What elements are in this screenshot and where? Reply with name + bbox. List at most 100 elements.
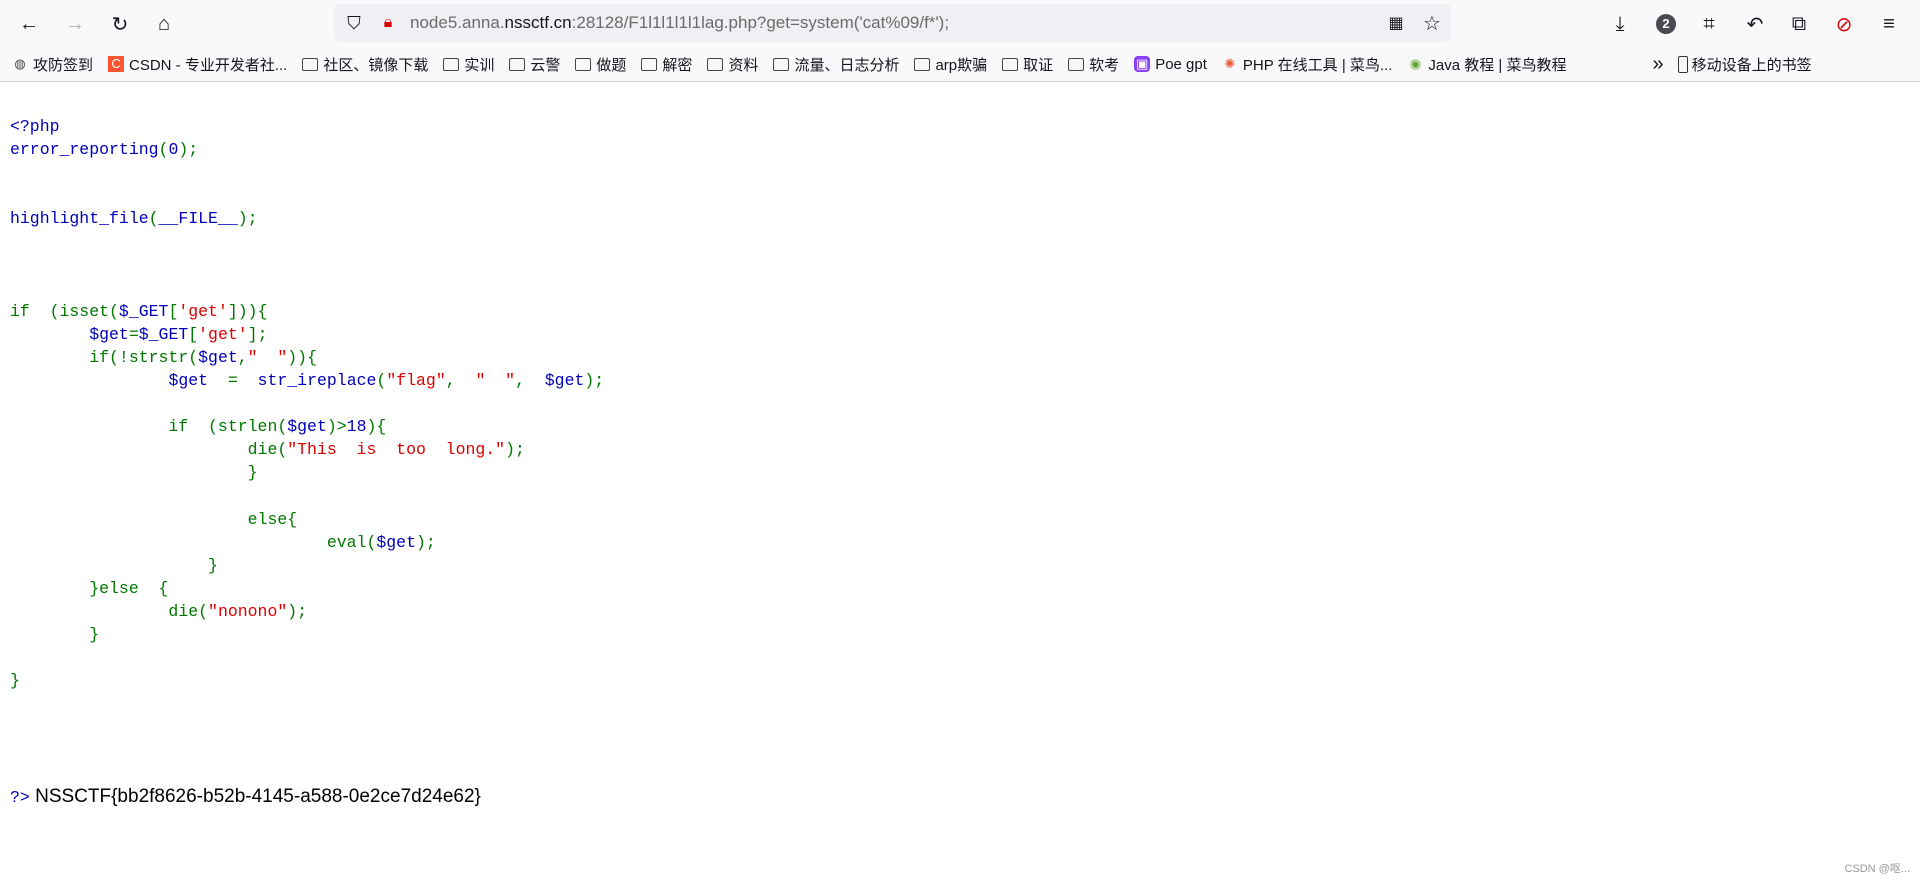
code-line: if (strlen($get)>18){: [10, 417, 386, 436]
bookmark-item[interactable]: ◍ 攻防签到: [12, 54, 93, 75]
forward-icon[interactable]: →: [61, 10, 89, 38]
code-token: (: [376, 371, 387, 391]
code-line: if(!strstr($get," ")){: [10, 348, 317, 367]
bookmark-item[interactable]: 解密: [641, 54, 692, 75]
code-token: );: [584, 371, 605, 391]
folder-icon: [641, 57, 658, 71]
qr-code-icon[interactable]: ▦: [1382, 9, 1410, 37]
mobile-bookmarks[interactable]: 移动设备上的书签: [1677, 54, 1812, 75]
blocked-icon[interactable]: ⊘: [1830, 10, 1858, 38]
code-token: "flag": [386, 371, 446, 391]
shield-icon[interactable]: ⛉: [340, 9, 368, 37]
bookmark-item[interactable]: 流量、日志分析: [773, 54, 899, 75]
mobile-device-icon: [1677, 55, 1688, 73]
code-line: ?> NSSCTF{bb2f8626-b52b-4145-a588-0e2ce7…: [10, 785, 481, 807]
code-line: }else {: [10, 579, 168, 598]
code-token: );: [505, 440, 525, 460]
code-token: 18: [346, 417, 367, 437]
code-token: }: [10, 625, 100, 645]
crop-icon[interactable]: ⌗: [1695, 10, 1723, 38]
code-token: die(: [10, 601, 209, 621]
bookmark-label: 云警: [530, 56, 561, 74]
code-line: else{: [10, 510, 298, 529]
url-host: node5.anna.: [410, 13, 505, 32]
code-token: ,: [515, 371, 545, 391]
code-token: ];: [247, 324, 268, 344]
code-line: eval($get);: [10, 533, 436, 552]
bookmark-label: 攻防签到: [33, 56, 94, 74]
code-line: highlight_file(__FILE__);: [10, 209, 258, 228]
bookmark-item[interactable]: C CSDN - 专业开发者社...: [108, 54, 287, 75]
bookmark-item[interactable]: ✺ PHP 在线工具 | 菜鸟...: [1222, 54, 1392, 75]
csdn-icon: C: [108, 56, 125, 72]
url-text[interactable]: node5.anna.nssctf.cn:28128/F1l1l1l1l1lag…: [410, 13, 949, 33]
bookmark-item[interactable]: arp欺骗: [914, 54, 987, 75]
code-token: highlight_file: [10, 209, 149, 229]
bookmark-item[interactable]: ◉ Java 教程 | 菜鸟教程: [1407, 54, 1567, 75]
code-token: ,: [445, 371, 476, 391]
mobile-bookmarks-label: 移动设备上的书签: [1691, 56, 1812, 74]
bookmark-label: 实训: [464, 56, 495, 74]
download-icon[interactable]: ⤓: [1606, 10, 1634, 38]
browser-toolbar: ← → ↻ ⌂ ⛉ 🔒︎ node5.anna.nssctf.cn:28128/…: [0, 0, 1920, 47]
folder-icon: [1068, 57, 1085, 71]
code-token: $get: [544, 371, 585, 391]
code-token: 'get': [178, 301, 228, 321]
url-domain: nssctf.cn: [504, 13, 572, 32]
runoob-icon: ✺: [1224, 56, 1236, 71]
home-icon[interactable]: ⌂: [150, 10, 178, 38]
notification-badge: 2: [1656, 14, 1676, 34]
code-token: str_ireplace: [257, 371, 377, 391]
folder-icon: [575, 57, 592, 71]
bookmarks-overflow-button[interactable]: »: [1652, 53, 1663, 76]
code-token: if(!strstr(: [10, 347, 199, 367]
flag-output: NSSCTF{bb2f8626-b52b-4145-a588-0e2ce7d24…: [29, 785, 481, 807]
folder-icon: [773, 57, 790, 71]
code-line: }: [10, 556, 218, 575]
code-token: }: [10, 555, 218, 575]
folder-icon: [707, 57, 724, 71]
undo-icon[interactable]: ↶: [1741, 10, 1769, 38]
code-token: );: [178, 140, 199, 160]
address-bar[interactable]: ⛉ 🔒︎ node5.anna.nssctf.cn:28128/F1l1l1l1…: [334, 4, 1451, 42]
code-token: )>: [326, 417, 347, 437]
java-icon: ◉: [1409, 56, 1422, 71]
account-badge[interactable]: 2: [1652, 10, 1680, 38]
extensions-icon[interactable]: ⧉: [1785, 10, 1813, 38]
bookmark-item[interactable]: 做题: [575, 54, 626, 75]
bookmark-label: Java 教程 | 菜鸟教程: [1428, 56, 1567, 74]
bookmark-item[interactable]: ▣ Poe gpt: [1134, 56, 1207, 73]
reload-icon[interactable]: ↻: [106, 10, 134, 38]
bookmark-item[interactable]: 资料: [707, 54, 758, 75]
menu-icon[interactable]: ≡: [1875, 10, 1903, 38]
code-token: [: [168, 301, 179, 321]
code-line: die("nonono");: [10, 602, 307, 621]
watermark: CSDN @呕...: [1844, 863, 1910, 875]
bookmark-item[interactable]: 取证: [1002, 54, 1053, 75]
star-icon[interactable]: ☆: [1418, 9, 1446, 37]
poe-icon: ▣: [1134, 56, 1151, 72]
back-icon[interactable]: ←: [15, 10, 43, 38]
bookmark-item[interactable]: 软考: [1068, 54, 1119, 75]
code-token: $get: [287, 417, 327, 437]
code-token: }else {: [10, 578, 169, 598]
bookmark-label: 流量、日志分析: [794, 56, 900, 74]
code-line: if (isset($_GET['get'])){: [10, 302, 267, 321]
bookmark-item[interactable]: 云警: [509, 54, 560, 75]
code-token: eval(: [10, 532, 377, 552]
code-token: __FILE__: [158, 209, 238, 229]
code-token: ?>: [10, 787, 30, 807]
code-token: ){: [366, 417, 387, 437]
bookmark-label: 解密: [662, 56, 693, 74]
code-token: }: [10, 463, 258, 483]
bookmark-item[interactable]: 社区、镜像下载: [302, 54, 428, 75]
bookmark-item[interactable]: 实训: [443, 54, 494, 75]
bookmarks-bar: ◍ 攻防签到 C CSDN - 专业开发者社... 社区、镜像下载 实训 云警 做题 解密 资料 流…: [0, 47, 1920, 82]
code-token: 'get': [198, 324, 248, 344]
code-token: );: [287, 601, 308, 621]
insecure-lock-icon[interactable]: 🔒︎: [374, 9, 402, 37]
code-line: }: [10, 625, 99, 644]
bookmark-label: 软考: [1089, 56, 1120, 74]
